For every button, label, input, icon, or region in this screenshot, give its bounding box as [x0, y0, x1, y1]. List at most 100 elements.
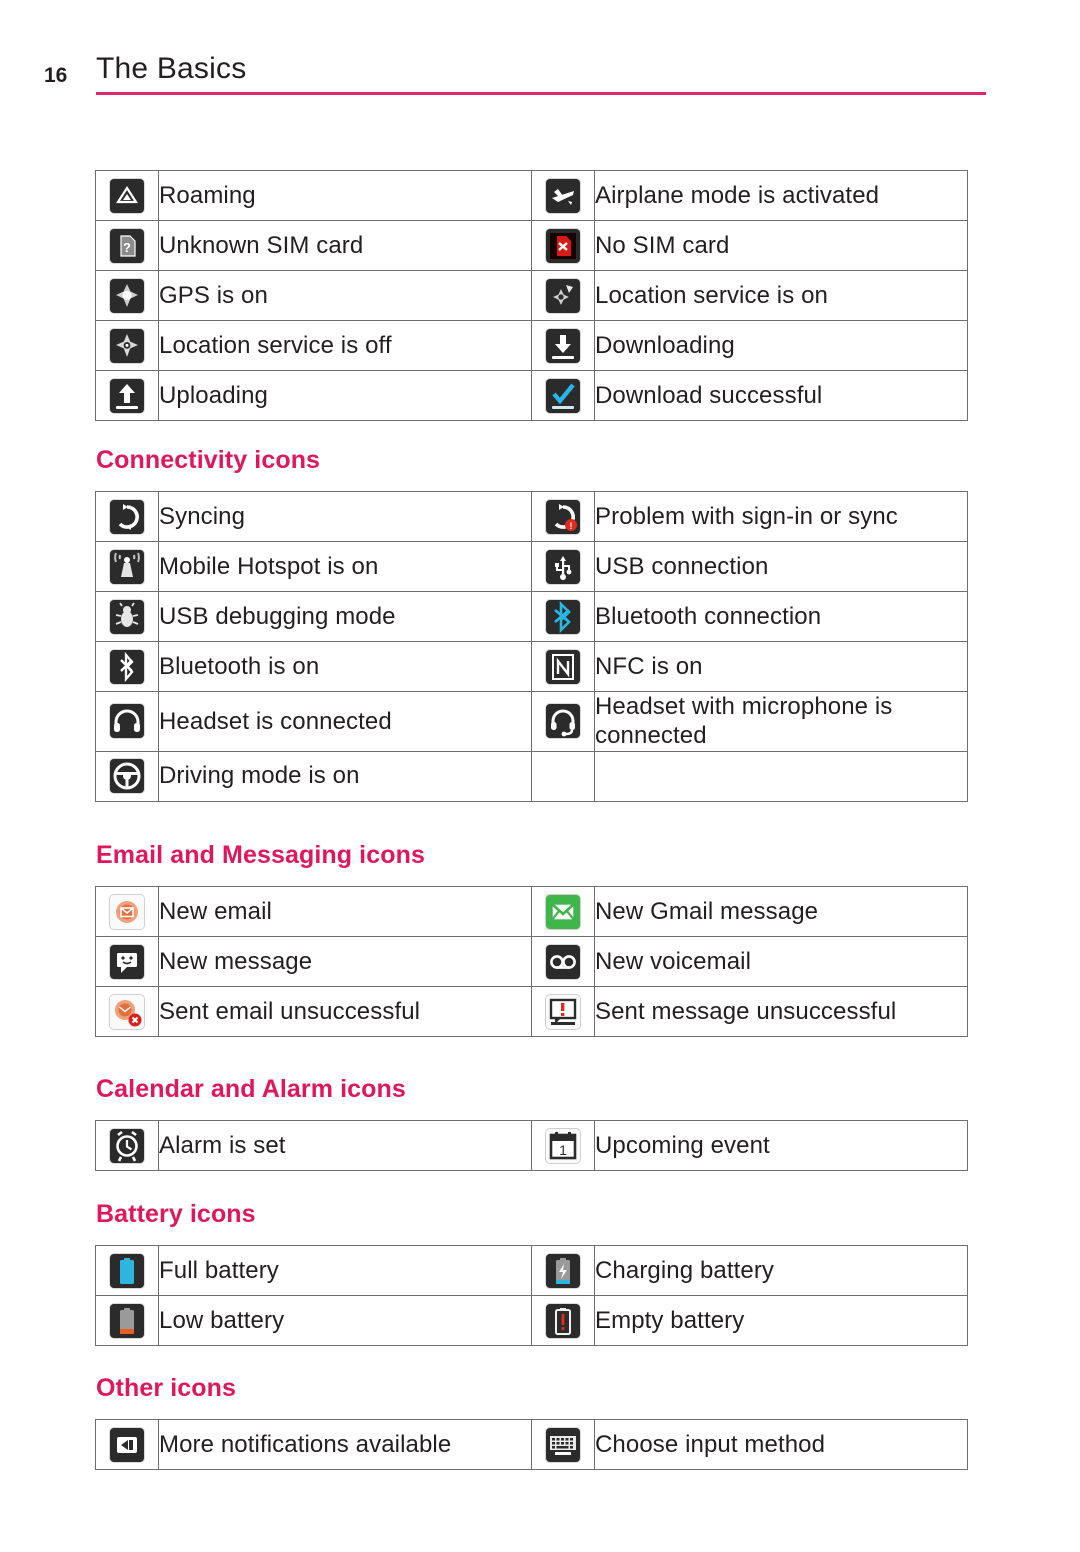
icon-cell: [531, 220, 595, 271]
table-row: Alarm is set 1 Upcoming event: [95, 1120, 968, 1171]
table-row: Mobile Hotspot is on USB connection: [95, 541, 968, 592]
svg-text:?: ?: [123, 240, 131, 255]
alarm-set-icon: [110, 1128, 144, 1163]
table-row: Driving mode is on: [95, 750, 968, 802]
table-row: Full battery Charging battery: [95, 1245, 968, 1296]
table-row: Bluetooth is on NFC is on: [95, 641, 968, 692]
icon-label: New Gmail message: [594, 886, 968, 937]
new-voicemail-icon: [546, 944, 580, 979]
icon-label: More notifications available: [158, 1419, 532, 1470]
table-row: New email New Gmail message: [95, 886, 968, 937]
table-other-icons: More notifications available Choose inpu…: [95, 1419, 968, 1470]
icon-cell: ?: [95, 220, 159, 271]
icon-label: Syncing: [158, 491, 532, 542]
icon-label: Low battery: [158, 1295, 532, 1346]
icon-cell: [95, 1245, 159, 1296]
sent-email-failed-icon: [110, 994, 144, 1029]
sent-message-failed-icon: [546, 994, 580, 1029]
icon-label: Choose input method: [594, 1419, 968, 1470]
table-row: Roaming Airplane mode is activated: [95, 170, 968, 221]
icon-cell: [95, 641, 159, 692]
driving-mode-icon: [110, 759, 144, 794]
icon-cell: 1: [531, 1120, 595, 1171]
icon-cell: [531, 320, 595, 371]
icon-cell: [531, 691, 595, 752]
gps-on-icon: [110, 278, 144, 313]
icon-label: Driving mode is on: [158, 750, 532, 802]
headset-icon: [110, 704, 144, 739]
roaming-icon: [110, 178, 144, 213]
unknown-sim-card-icon: ?: [110, 228, 144, 263]
icon-label: Roaming: [158, 170, 532, 221]
table-connectivity-icons: Syncing ! Problem with sign-in or sync M…: [95, 491, 968, 802]
icon-cell: [531, 641, 595, 692]
icon-cell: [531, 886, 595, 937]
location-service-on-icon: [546, 278, 580, 313]
icon-label: New message: [158, 936, 532, 987]
bluetooth-on-icon: [110, 649, 144, 684]
icon-cell: [95, 1419, 159, 1470]
full-battery-icon: [110, 1253, 144, 1288]
icon-cell: [531, 1295, 595, 1346]
icon-cell: [95, 541, 159, 592]
icon-label: USB connection: [594, 541, 968, 592]
icon-cell: !: [531, 491, 595, 542]
icon-cell: [95, 691, 159, 752]
empty-battery-icon: [546, 1303, 580, 1338]
icon-cell: [531, 541, 595, 592]
table-row: Location service is off Downloading: [95, 320, 968, 371]
section-heading-other: Other icons: [96, 1374, 237, 1402]
icon-label: NFC is on: [594, 641, 968, 692]
low-battery-icon: [110, 1303, 144, 1338]
table-row: Headset is connected Headset with microp…: [95, 691, 968, 752]
section-heading-email-messaging: Email and Messaging icons: [96, 841, 425, 869]
section-heading-battery: Battery icons: [96, 1200, 256, 1228]
icon-cell: [95, 370, 159, 421]
headset-with-mic-icon: [546, 704, 580, 739]
icon-label: Airplane mode is activated: [594, 170, 968, 221]
icon-cell: [95, 170, 159, 221]
table-row: New message New voicemail: [95, 936, 968, 987]
no-sim-card-icon: [546, 228, 580, 263]
icon-cell: [95, 936, 159, 987]
sync-problem-icon: !: [546, 499, 580, 534]
table-row: USB debugging mode Bluetooth connection: [95, 591, 968, 642]
icon-cell: [95, 1295, 159, 1346]
table-row: More notifications available Choose inpu…: [95, 1419, 968, 1470]
icon-label: USB debugging mode: [158, 591, 532, 642]
icon-label-empty: [594, 750, 968, 802]
icon-label: Problem with sign-in or sync: [594, 491, 968, 542]
airplane-mode-icon: [546, 178, 580, 213]
icon-label: Location service is on: [594, 270, 968, 321]
new-message-icon: [110, 944, 144, 979]
icon-label: New voicemail: [594, 936, 968, 987]
table-status-icons: Roaming Airplane mode is activated ? Unk…: [95, 170, 968, 421]
icon-cell: [95, 986, 159, 1037]
icon-cell: [95, 270, 159, 321]
page-header: 16 The Basics: [0, 52, 1080, 100]
downloading-icon: [546, 328, 580, 363]
icon-cell: [531, 170, 595, 221]
location-service-off-icon: [110, 328, 144, 363]
icon-label: Alarm is set: [158, 1120, 532, 1171]
svg-text:!: !: [570, 521, 573, 531]
usb-connection-icon: [546, 549, 580, 584]
icon-cell: [531, 270, 595, 321]
table-row: GPS is on Location service is on: [95, 270, 968, 321]
charging-battery-icon: [546, 1253, 580, 1288]
icon-label: Uploading: [158, 370, 532, 421]
icon-label: Empty battery: [594, 1295, 968, 1346]
table-row: Low battery Empty battery: [95, 1295, 968, 1346]
icon-label: Mobile Hotspot is on: [158, 541, 532, 592]
icon-label: Sent message unsuccessful: [594, 986, 968, 1037]
header-rule: [96, 92, 986, 95]
nfc-on-icon: [546, 649, 580, 684]
page-number: 16: [44, 64, 68, 87]
icon-label: Download successful: [594, 370, 968, 421]
icon-label: Bluetooth connection: [594, 591, 968, 642]
icon-cell: [95, 886, 159, 937]
table-row: Syncing ! Problem with sign-in or sync: [95, 491, 968, 542]
icon-label: Location service is off: [158, 320, 532, 371]
new-email-icon: [110, 894, 144, 929]
icon-cell: [531, 936, 595, 987]
